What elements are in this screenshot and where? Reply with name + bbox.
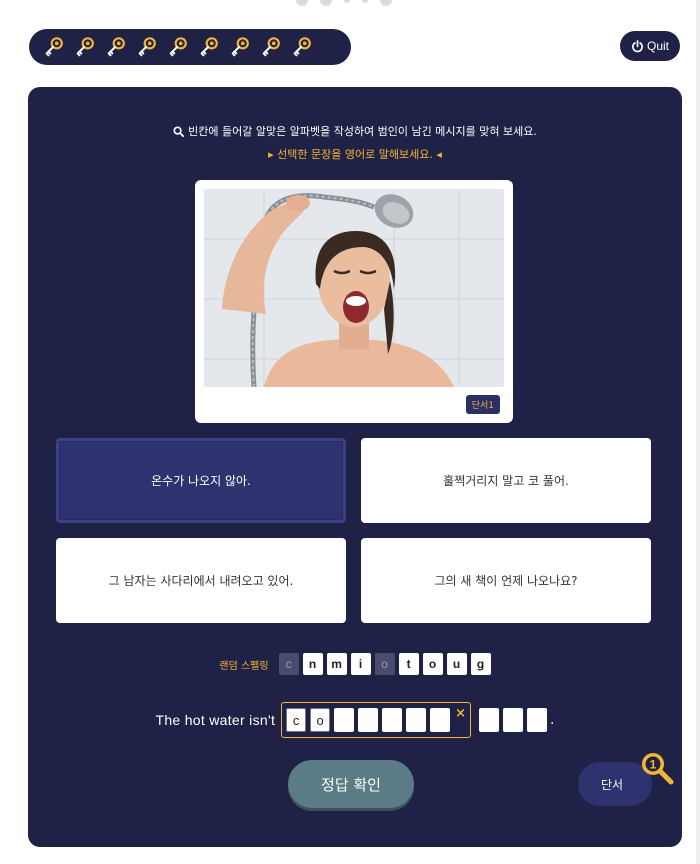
- answer-slot[interactable]: [527, 708, 548, 732]
- quit-button[interactable]: Quit: [620, 31, 680, 61]
- random-spelling-label: 랜덤 스펠링: [219, 660, 269, 672]
- quiz-panel: 빈칸에 들어갈 알맞은 알파벳을 작성하여 범인이 남긴 메시지를 맞혀 보세요…: [28, 87, 682, 847]
- random-spelling-bank: 랜덤 스펠링 cnmiotoug: [28, 653, 682, 675]
- key-icon: [262, 37, 280, 57]
- answer-slot[interactable]: [382, 708, 403, 732]
- clear-answer-icon[interactable]: ×: [455, 707, 466, 721]
- answer-slot[interactable]: [479, 708, 500, 732]
- key-icon: [231, 37, 249, 57]
- page-dot: [320, 0, 332, 6]
- answer-slot[interactable]: [334, 708, 355, 732]
- quit-label: Quit: [646, 39, 669, 53]
- key-progress-bar: [29, 29, 351, 65]
- magnifier-clue-icon[interactable]: 1: [636, 748, 676, 788]
- option-text: 그 남자는 사다리에서 내려오고 있어.: [108, 574, 294, 588]
- answer-blank-group[interactable]: c o ×: [281, 702, 472, 738]
- sentence-period: .: [550, 712, 555, 728]
- sentence-prefix: The hot water isn't: [155, 712, 276, 728]
- letter-tile[interactable]: t: [398, 653, 419, 675]
- clue-badge: 단서1: [465, 395, 500, 414]
- key-icon: [76, 37, 94, 57]
- page-dot: [344, 0, 350, 3]
- instruction-hint: ▸ 선택한 문장을 영어로 말해보세요. ◂: [268, 148, 442, 161]
- answer-slot[interactable]: [406, 708, 427, 732]
- key-icon: [293, 37, 311, 57]
- answer-sentence: The hot water isn't c o × .: [28, 702, 682, 738]
- letter-tile[interactable]: m: [326, 653, 347, 675]
- instruction-main: 빈칸에 들어갈 알맞은 알파벳을 작성하여 범인이 남긴 메시지를 맞혀 보세요…: [188, 125, 537, 138]
- option-text: 훌쩍거리지 말고 코 풀어.: [443, 474, 569, 488]
- letter-tile[interactable]: c: [278, 653, 299, 675]
- option-text: 그의 새 책이 언제 나오나요?: [434, 574, 578, 588]
- letter-tile[interactable]: o: [422, 653, 443, 675]
- instruction-text: 빈칸에 들어갈 알맞은 알파벳을 작성하여 범인이 남긴 메시지를 맞혀 보세요…: [28, 123, 682, 139]
- scrollbar[interactable]: [696, 0, 700, 864]
- option-text: 온수가 나오지 않아.: [151, 474, 251, 488]
- page-indicator: [296, 0, 392, 6]
- check-answer-button[interactable]: 정답 확인: [288, 760, 414, 808]
- check-answer-label: 정답 확인: [321, 775, 381, 794]
- page-dot: [296, 0, 308, 6]
- answer-trailing-slots[interactable]: [479, 708, 548, 732]
- answer-slot[interactable]: [430, 708, 451, 732]
- option-card-2[interactable]: 훌쩍거리지 말고 코 풀어.: [361, 438, 651, 523]
- answer-slot[interactable]: [503, 708, 524, 732]
- clue-photo-card: 단서1: [195, 180, 513, 423]
- key-icon: [45, 37, 63, 57]
- key-icon: [169, 37, 187, 57]
- key-icon: [107, 37, 125, 57]
- letter-tile[interactable]: n: [302, 653, 323, 675]
- power-icon: [632, 39, 643, 52]
- letter-tile[interactable]: i: [350, 653, 371, 675]
- answer-slot[interactable]: o: [310, 708, 331, 732]
- answer-slot[interactable]: c: [286, 708, 307, 732]
- letter-tile[interactable]: u: [446, 653, 467, 675]
- clue-count: 1: [650, 758, 657, 772]
- key-icon: [200, 37, 218, 57]
- shower-woman-image: [204, 189, 504, 387]
- search-icon: [173, 126, 185, 137]
- option-card-3[interactable]: 그 남자는 사다리에서 내려오고 있어.: [56, 538, 346, 623]
- option-card-4[interactable]: 그의 새 책이 언제 나오나요?: [361, 538, 651, 623]
- page-dot: [362, 0, 368, 3]
- answer-slot[interactable]: [358, 708, 379, 732]
- clue-photo: [204, 189, 504, 387]
- option-card-1[interactable]: 온수가 나오지 않아.: [56, 438, 346, 523]
- letter-tile[interactable]: o: [374, 653, 395, 675]
- letter-tile[interactable]: g: [470, 653, 491, 675]
- clue-button-label: 단서: [600, 777, 624, 792]
- page-dot: [380, 0, 392, 6]
- key-icon: [138, 37, 156, 57]
